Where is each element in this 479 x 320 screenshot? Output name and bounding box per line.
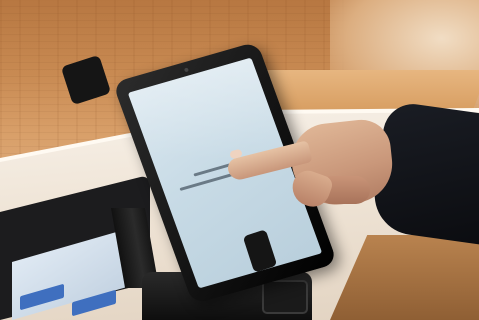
camera-icon	[183, 67, 190, 73]
kiosk-photo	[0, 0, 479, 320]
stand-clip	[262, 280, 308, 314]
